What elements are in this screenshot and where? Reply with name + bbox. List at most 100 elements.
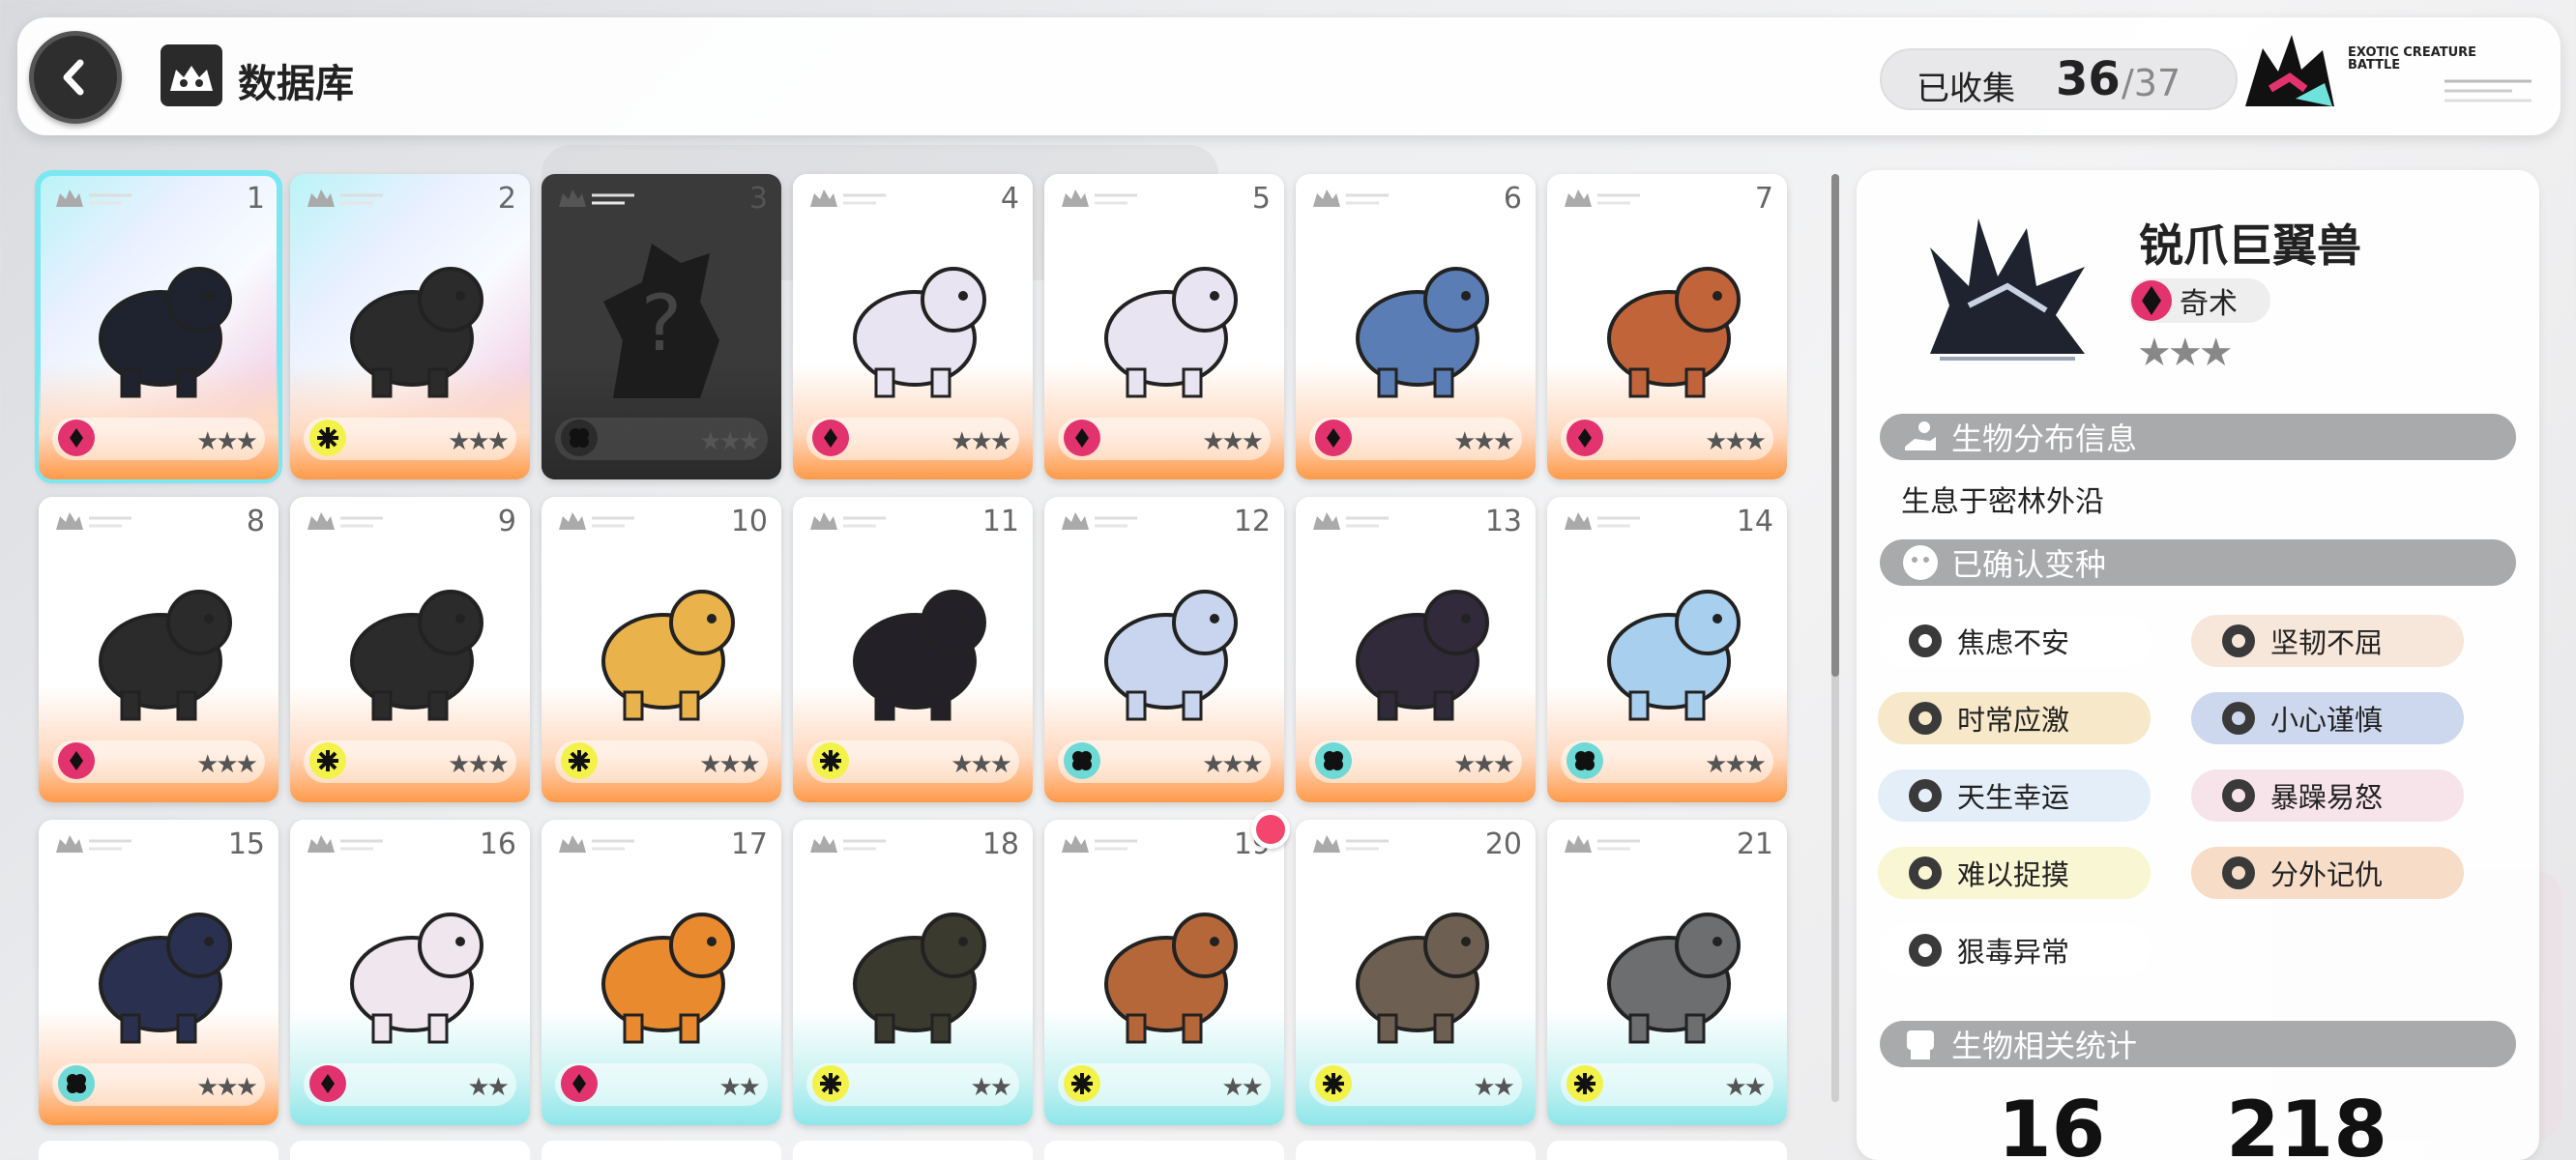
creature-illustration	[1356, 590, 1489, 721]
trait-label: 暴躁易怒	[2270, 781, 2384, 814]
brand-decoration	[2444, 79, 2532, 102]
card-number: 4	[1000, 182, 1019, 216]
card-rarity: ★★★	[1705, 427, 1767, 456]
card-rarity: ★★	[1473, 1073, 1515, 1102]
card-brand-icon	[1313, 835, 1389, 853]
distribution-text: 生息于密林外沿	[1901, 485, 2104, 519]
trait-chip[interactable]: 小心谨慎	[2191, 692, 2464, 744]
card-number: 20	[1484, 827, 1522, 861]
creature-card[interactable]: 20 ★★	[1296, 820, 1536, 1125]
collected-count: 36	[2056, 52, 2121, 106]
creature-card[interactable]: 7 ★★★	[1547, 174, 1787, 479]
creature-name: 锐爪巨翼兽	[2139, 219, 2361, 272]
flame-icon	[2218, 775, 2259, 816]
arcane-element-icon	[58, 742, 95, 779]
creature-card[interactable]: 19 ★★	[1044, 820, 1284, 1125]
nature-element-icon	[1315, 1065, 1352, 1102]
card-number: 8	[246, 505, 265, 538]
stat-value-a: 16	[1998, 1085, 2106, 1160]
worried-face-icon	[1905, 621, 1946, 661]
creature-card[interactable]: 21 ★★	[1547, 820, 1787, 1125]
creature-card[interactable]: 10 ★★★	[542, 497, 781, 802]
collection-counter: 已收集 36 /37	[1880, 48, 2238, 110]
card-number: 15	[227, 827, 265, 861]
database-icon	[161, 44, 222, 106]
trait-chip[interactable]: 分外记仇	[2191, 847, 2464, 899]
creature-illustration	[1607, 590, 1741, 721]
card-number: 9	[497, 505, 516, 538]
creature-illustration	[853, 590, 986, 721]
creature-card[interactable]: 9 ★★★	[290, 497, 530, 802]
zigzag-icon	[1905, 698, 1946, 739]
nature-element-icon	[1064, 1065, 1100, 1102]
creature-card[interactable]: 8 ★★★	[39, 497, 278, 802]
creature-card[interactable]: 14 ★★★	[1547, 497, 1787, 802]
creature-card[interactable]: 11 ★★★	[793, 497, 1033, 802]
card-rarity: ★★	[1724, 1073, 1767, 1102]
creature-card[interactable]: 4 ★★★	[793, 174, 1033, 479]
creature-card[interactable]: 16 ★★	[290, 820, 530, 1125]
creature-card[interactable]: 3? ★★★	[542, 174, 781, 479]
card-rarity: ★★★	[699, 750, 761, 779]
creature-card[interactable]: 5 ★★★	[1044, 174, 1284, 479]
water-element-icon	[561, 420, 598, 456]
card-number: 7	[1754, 182, 1773, 216]
card-rarity: ★★★	[951, 427, 1012, 456]
creature-card[interactable]: 18 ★★	[793, 820, 1033, 1125]
card-number: 16	[479, 827, 516, 861]
card-number: 18	[981, 827, 1019, 861]
nature-element-icon	[1566, 1065, 1603, 1102]
trait-chip[interactable]: 天生幸运	[1878, 769, 2151, 822]
creature-illustration	[350, 590, 483, 721]
rarity-stars: ★★★	[2137, 331, 2234, 375]
trait-label: 狠毒异常	[1957, 936, 2070, 969]
trait-chip[interactable]: 暴躁易怒	[2191, 769, 2464, 822]
section-distribution: 生物分布信息	[1880, 414, 2516, 460]
card-brand-icon	[1565, 835, 1640, 853]
trait-label: 时常应激	[1957, 704, 2070, 737]
creature-card[interactable]: 1 ★★★	[35, 170, 282, 483]
nature-element-icon	[812, 1065, 849, 1102]
trait-label: 难以捉摸	[1957, 858, 2070, 891]
card-rarity: ★★	[467, 1073, 510, 1102]
creature-card[interactable]: 13 ★★★	[1296, 497, 1536, 802]
trait-chip[interactable]: 时常应激	[1878, 692, 2151, 744]
nature-element-icon	[309, 742, 346, 779]
creature-card[interactable]: 17 ★★	[542, 820, 781, 1125]
card-brand-icon	[56, 835, 132, 853]
chevron-left-icon	[63, 59, 84, 96]
new-badge	[1251, 810, 1290, 849]
clover-icon	[1905, 775, 1946, 816]
creature-illustration	[1356, 267, 1489, 398]
trait-label: 小心谨慎	[2270, 704, 2384, 737]
trait-chip[interactable]: 狠毒异常	[1878, 924, 2151, 976]
creature-card[interactable]: 12 ★★★	[1044, 497, 1284, 802]
back-button[interactable]	[29, 31, 122, 124]
gear-burst-icon	[2218, 698, 2259, 739]
creature-illustration	[99, 913, 232, 1044]
card-brand-icon	[1062, 835, 1137, 853]
creature-card[interactable]: 15 ★★★	[39, 820, 278, 1125]
card-rarity: ★★★	[699, 427, 761, 456]
card-rarity: ★★★	[1705, 750, 1767, 779]
card-brand-icon	[559, 512, 634, 530]
arcane-element-icon	[58, 420, 95, 456]
water-element-icon	[58, 1065, 95, 1102]
creature-card[interactable]: 2 ★★★	[290, 174, 530, 479]
type-label: 奇术	[2180, 287, 2238, 321]
water-element-icon	[1566, 742, 1603, 779]
nature-element-icon	[561, 742, 598, 779]
creature-illustration	[853, 267, 986, 398]
card-brand-icon	[1565, 189, 1640, 207]
creature-card[interactable]: 6 ★★★	[1296, 174, 1536, 479]
trait-chip[interactable]: 坚韧不屈	[2191, 615, 2464, 667]
trait-chip[interactable]: 难以捉摸	[1878, 847, 2151, 899]
brand-name: EXOTIC CREATURE BATTLE	[2348, 45, 2477, 72]
water-element-icon	[1315, 742, 1352, 779]
scrollbar-thumb[interactable]	[1831, 174, 1839, 677]
trait-chip[interactable]: 焦虑不安	[1878, 615, 2151, 667]
top-bar: 数据库 已收集 36 /37 EXOTIC CREATURE BATTLE	[17, 17, 2561, 135]
card-brand-icon	[810, 512, 886, 530]
arcane-icon	[2131, 280, 2172, 321]
creature-illustration	[350, 913, 483, 1044]
